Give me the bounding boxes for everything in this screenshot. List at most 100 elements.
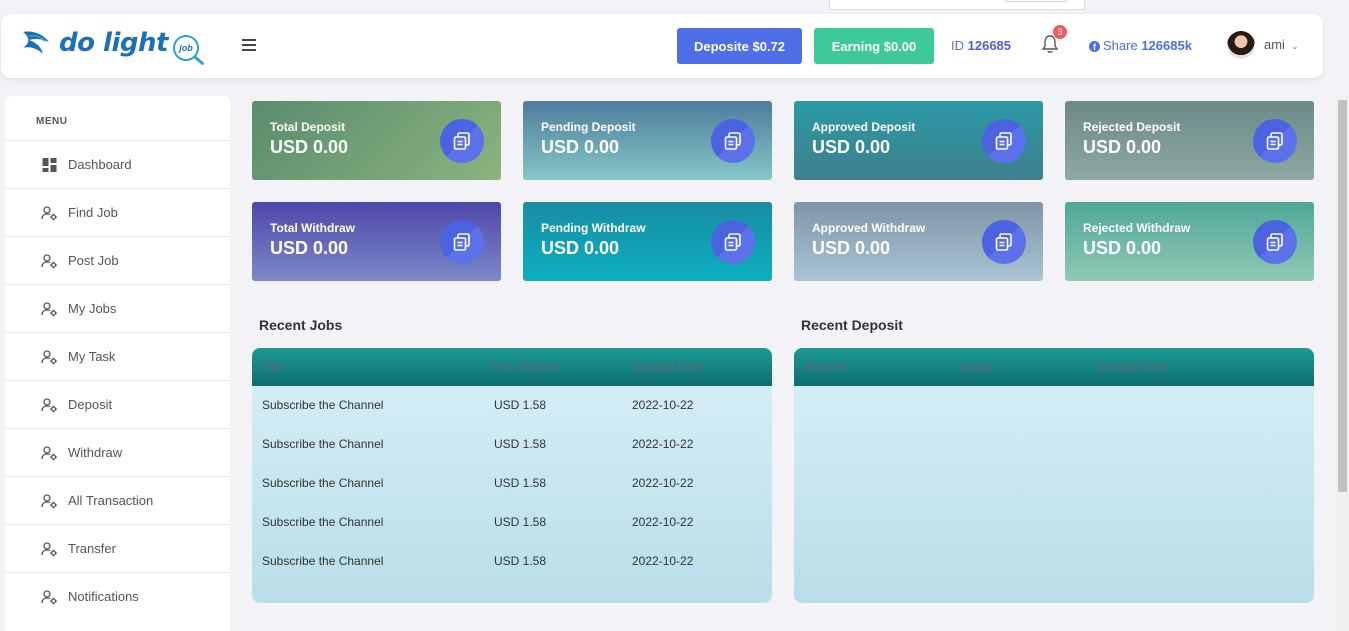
stat-card-value: USD 0.00 [1083, 238, 1162, 258]
user-id-label: ID [951, 38, 964, 53]
stat-card-title: Total Deposit [270, 120, 346, 134]
copy-icon[interactable] [711, 119, 755, 163]
menu-toggle-icon[interactable] [242, 39, 256, 51]
scrollbar-thumb[interactable] [1338, 100, 1347, 492]
job-title-cell: Subscribe the Channel [262, 437, 384, 451]
job-amount-cell: USD 1.58 [494, 554, 547, 568]
table-row[interactable]: Subscribe the Channel USD 1.58 2022-10-2… [252, 464, 772, 503]
menu-title: MENU [36, 116, 68, 127]
stat-card-value: USD 0.00 [1083, 137, 1162, 157]
job-title-cell: Subscribe the Channel [262, 476, 384, 490]
user-gear-icon [41, 253, 57, 268]
share-value: 126685k [1141, 38, 1192, 53]
user-gear-icon [41, 589, 57, 604]
stat-card-approved-deposit: Approved Deposit USD 0.00 [794, 101, 1043, 180]
sidebar-item-deposit[interactable]: Deposit [5, 380, 230, 428]
dashboard-icon [42, 157, 57, 172]
sidebar-item-transfer[interactable]: Transfer [5, 524, 230, 572]
sidebar-item-post-job[interactable]: Post Job [5, 236, 230, 284]
job-amount-cell: USD 1.58 [494, 515, 547, 529]
sidebar-item-label: Post Job [68, 253, 119, 268]
sidebar-item-my-jobs[interactable]: My Jobs [5, 284, 230, 332]
sidebar-item-find-job[interactable]: Find Job [5, 188, 230, 236]
sidebar-item-withdraw[interactable]: Withdraw [5, 428, 230, 476]
stat-card-value: USD 0.00 [270, 238, 349, 258]
sidebar-item-label: My Task [68, 349, 116, 364]
stat-card-total-withdraw: Total Withdraw USD 0.00 [252, 202, 501, 281]
user-gear-icon [41, 541, 57, 556]
stat-card-pending-withdraw: Pending Withdraw USD 0.00 [523, 202, 772, 281]
sidebar-item-notifications[interactable]: Notifications [5, 572, 230, 620]
sidebar-item-label: All Transaction [68, 493, 154, 508]
stat-card-pending-deposit: Pending Deposit USD 0.00 [523, 101, 772, 180]
column-header: Created Date [1097, 360, 1169, 374]
earning-button[interactable]: Earning $0.00 [814, 28, 934, 64]
sidebar-item-label: My Jobs [68, 301, 117, 316]
stat-card-title: Rejected Withdraw [1083, 221, 1191, 235]
user-gear-icon [41, 349, 57, 364]
job-date-cell: 2022-10-22 [632, 554, 694, 568]
sidebar-item-label: Notifications [68, 589, 139, 604]
logo-text: do light [59, 28, 168, 58]
sidebar-item-label: Find Job [68, 205, 118, 220]
top-dropdown-panel [829, 0, 1085, 10]
job-title-cell: Subscribe the Channel [262, 515, 384, 529]
table-row[interactable]: Subscribe the Channel USD 1.58 2022-10-2… [252, 386, 772, 425]
share-link[interactable]: f Share 126685k [1089, 38, 1192, 53]
stat-card-rejected-deposit: Rejected Deposit USD 0.00 [1065, 101, 1314, 180]
site-logo[interactable]: do light job [21, 24, 211, 68]
copy-icon[interactable] [1253, 119, 1297, 163]
user-gear-icon [41, 493, 57, 508]
recent-jobs-table: Title Est. Amount Created Date Subscribe… [252, 348, 772, 603]
dropdown-handle [1004, 0, 1068, 2]
chevron-down-icon: ⌄ [1291, 42, 1299, 51]
magnifier-handle [193, 55, 205, 66]
job-amount-cell: USD 1.58 [494, 476, 547, 490]
recent-deposit-title: Recent Deposit [801, 317, 903, 333]
job-title-cell: Subscribe the Channel [262, 554, 384, 568]
user-gear-icon [41, 205, 57, 220]
stat-card-title: Rejected Deposit [1083, 120, 1181, 134]
stat-card-value: USD 0.00 [541, 137, 620, 157]
stat-card-value: USD 0.00 [812, 137, 891, 157]
scrollbar-track[interactable] [1336, 96, 1349, 631]
copy-icon[interactable] [440, 119, 484, 163]
copy-icon[interactable] [982, 220, 1026, 264]
copy-icon[interactable] [711, 220, 755, 264]
column-header: Title [262, 360, 285, 374]
avatar[interactable] [1227, 31, 1255, 59]
job-date-cell: 2022-10-22 [632, 437, 694, 451]
table-row[interactable]: Subscribe the Channel USD 1.58 2022-10-2… [252, 542, 772, 581]
stat-card-total-deposit: Total Deposit USD 0.00 [252, 101, 501, 180]
recent-jobs-title: Recent Jobs [259, 317, 343, 333]
user-gear-icon [41, 301, 57, 316]
user-menu[interactable]: ami ⌄ [1264, 37, 1298, 52]
notification-badge: 3 [1053, 25, 1067, 39]
stat-card-title: Pending Withdraw [541, 221, 646, 235]
table-header: Title Est. Amount Created Date [252, 348, 772, 386]
sidebar-menu: Dashboard Find Job Post Job My Jobs My T… [5, 140, 230, 620]
sidebar-item-my-task[interactable]: My Task [5, 332, 230, 380]
column-header: Est. Amount [494, 360, 559, 374]
job-amount-cell: USD 1.58 [494, 437, 547, 451]
stat-card-title: Approved Deposit [812, 120, 916, 134]
job-date-cell: 2022-10-22 [632, 476, 694, 490]
sidebar-item-dashboard[interactable]: Dashboard [5, 140, 230, 188]
sidebar-item-all-transaction[interactable]: All Transaction [5, 476, 230, 524]
user-gear-icon [41, 445, 57, 460]
table-row[interactable]: Subscribe the Channel USD 1.58 2022-10-2… [252, 425, 772, 464]
sidebar-item-label: Dashboard [68, 157, 132, 172]
sidebar-item-label: Transfer [68, 541, 116, 556]
copy-icon[interactable] [440, 220, 484, 264]
job-title-cell: Subscribe the Channel [262, 398, 384, 412]
deposit-button[interactable]: Deposite $0.72 [677, 28, 802, 64]
recent-deposit-table: Amount Status Created Date [794, 348, 1314, 603]
copy-icon[interactable] [1253, 220, 1297, 264]
copy-icon[interactable] [982, 119, 1026, 163]
job-date-cell: 2022-10-22 [632, 398, 694, 412]
facebook-icon: f [1089, 41, 1100, 52]
table-row[interactable]: Subscribe the Channel USD 1.58 2022-10-2… [252, 503, 772, 542]
stat-card-title: Approved Withdraw [812, 221, 926, 235]
user-gear-icon [41, 397, 57, 412]
top-header: do light job Deposite $0.72 Earning $0.0… [1, 14, 1323, 78]
